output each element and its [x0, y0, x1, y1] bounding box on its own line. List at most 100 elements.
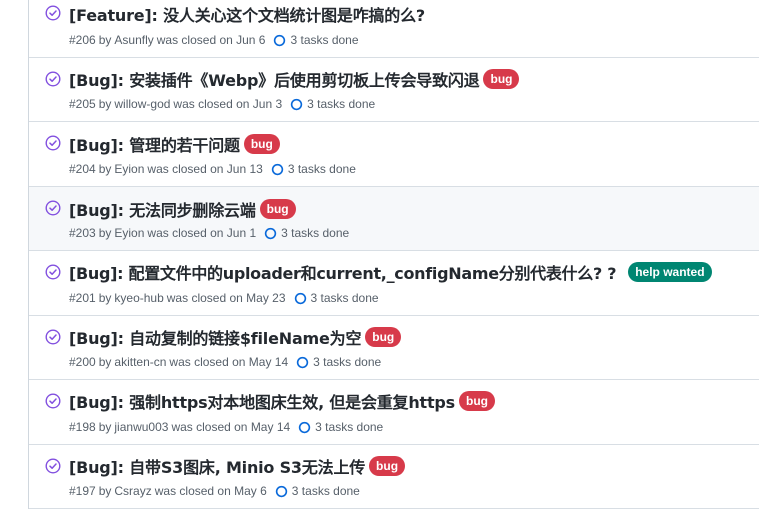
issue-closed-icon: [45, 200, 61, 216]
task-progress[interactable]: 3 tasks done: [275, 484, 360, 498]
issue-number: #198: [69, 420, 96, 434]
task-progress[interactable]: 3 tasks done: [264, 226, 349, 240]
issue-meta: #200 by akitten-cn was closed on May 14 …: [69, 353, 381, 371]
task-progress-ring-icon: [275, 485, 287, 497]
task-progress-ring-icon: [274, 34, 286, 46]
task-progress-text: 3 tasks done: [315, 420, 384, 434]
issue-by-text: by: [98, 33, 112, 47]
issue-number: #204: [69, 162, 96, 176]
issue-title-link[interactable]: [Bug]: 自带S3图床, Minio S3无法上传: [69, 454, 365, 478]
issue-author-link[interactable]: Eyion: [114, 226, 144, 240]
issue-number: #203: [69, 226, 96, 240]
task-progress-text: 3 tasks done: [307, 97, 376, 111]
issue-author-link[interactable]: jianwu003: [114, 420, 168, 434]
label-help-wanted[interactable]: help wanted: [628, 262, 712, 282]
issue-author-link[interactable]: Csrayz: [114, 484, 151, 498]
issue-title-line: [Bug]: 强制https对本地图床生效, 但是会重复https bug: [69, 389, 496, 413]
issue-row[interactable]: [Bug]: 强制https对本地图床生效, 但是会重复https bug #1…: [29, 380, 759, 445]
task-progress-text: 3 tasks done: [291, 484, 360, 498]
issue-meta: #197 by Csrayz was closed on May 6 3 tas…: [69, 482, 360, 500]
issue-title-link[interactable]: [Bug]: 强制https对本地图床生效, 但是会重复https: [69, 389, 455, 413]
task-progress-ring-icon: [290, 98, 303, 110]
issue-closed-date: was closed on Jun 6: [156, 33, 266, 47]
task-progress[interactable]: 3 tasks done: [296, 355, 381, 369]
task-progress-text: 3 tasks done: [310, 291, 379, 305]
issue-closed-icon: [45, 135, 61, 151]
issue-closed-date: was closed on Jun 3: [173, 97, 283, 111]
label-bug[interactable]: bug: [259, 199, 296, 219]
issue-author-link[interactable]: Eyion: [114, 162, 144, 176]
task-progress-ring-icon: [294, 292, 306, 304]
issue-by-text: by: [98, 97, 112, 111]
issue-closed-icon: [45, 329, 61, 345]
issue-number: #206: [69, 33, 96, 47]
issue-meta: #205 by willow-god was closed on Jun 3 3…: [69, 95, 375, 113]
issue-number: #197: [69, 484, 96, 498]
issue-title-link[interactable]: [Bug]: 无法同步删除云端: [69, 197, 256, 221]
issue-meta: #204 by Eyion was closed on Jun 13 3 tas…: [69, 160, 356, 178]
issue-closed-date: was closed on May 14: [169, 355, 289, 369]
task-progress[interactable]: 3 tasks done: [271, 162, 356, 176]
task-progress-text: 3 tasks done: [287, 162, 356, 176]
label-bug[interactable]: bug: [459, 391, 496, 411]
issue-row[interactable]: [Bug]: 配置文件中的uploader和current,_configNam…: [29, 251, 759, 316]
issue-closed-icon: [45, 264, 61, 280]
issue-number: #200: [69, 355, 96, 369]
issue-title-line: [Bug]: 自动复制的链接$fileName为空 bug: [69, 325, 402, 349]
label-bug[interactable]: bug: [243, 134, 280, 154]
issue-by-text: by: [98, 484, 112, 498]
issue-title-line: [Bug]: 配置文件中的uploader和current,_configNam…: [69, 261, 712, 283]
issue-by-text: by: [98, 291, 112, 305]
issue-title-line: [Feature]: 没人关心这个文档统计图是咋搞的么?: [69, 3, 425, 25]
issue-by-text: by: [98, 162, 112, 176]
issue-meta: #201 by kyeo-hub was closed on May 23 3 …: [69, 289, 379, 307]
issue-meta: #206 by Asunfly was closed on Jun 6 3 ta…: [69, 31, 359, 49]
task-progress[interactable]: 3 tasks done: [298, 420, 383, 434]
issue-closed-date: was closed on May 6: [154, 484, 267, 498]
task-progress[interactable]: 3 tasks done: [294, 291, 379, 305]
task-progress-ring-icon: [298, 421, 311, 433]
issue-row[interactable]: [Bug]: 无法同步删除云端 bug #203 by Eyion was cl…: [29, 187, 759, 251]
task-progress[interactable]: 3 tasks done: [290, 97, 375, 111]
task-progress-ring-icon: [296, 356, 309, 368]
issue-title-line: [Bug]: 无法同步删除云端 bug: [69, 198, 296, 220]
issue-number: #205: [69, 97, 96, 111]
issue-list: [Feature]: 没人关心这个文档统计图是咋搞的么? #206 by Asu…: [28, 0, 759, 509]
issue-row[interactable]: [Feature]: 没人关心这个文档统计图是咋搞的么? #206 by Asu…: [29, 0, 759, 58]
label-bug[interactable]: bug: [369, 456, 406, 476]
issue-author-link[interactable]: Asunfly: [114, 33, 153, 47]
task-progress-ring-icon: [271, 163, 284, 175]
issue-title-link[interactable]: [Feature]: 没人关心这个文档统计图是咋搞的么?: [69, 2, 425, 26]
issue-title-link[interactable]: [Bug]: 配置文件中的uploader和current,_configNam…: [69, 260, 616, 284]
issue-by-text: by: [98, 226, 112, 240]
task-progress[interactable]: 3 tasks done: [273, 33, 359, 47]
issue-author-link[interactable]: willow-god: [114, 97, 170, 111]
issue-row[interactable]: [Bug]: 安装插件《Webp》后使用剪切板上传会导致闪退 bug #205 …: [29, 58, 759, 122]
issue-row[interactable]: [Bug]: 管理的若干问题 bug #204 by Eyion was clo…: [29, 122, 759, 187]
issue-title-link[interactable]: [Bug]: 管理的若干问题: [69, 132, 240, 156]
issue-closed-date: was closed on Jun 1: [147, 226, 257, 240]
issue-by-text: by: [98, 355, 112, 369]
issue-meta: #203 by Eyion was closed on Jun 1 3 task…: [69, 224, 349, 242]
issue-meta: #198 by jianwu003 was closed on May 14 3…: [69, 418, 383, 436]
issue-closed-icon: [45, 458, 61, 474]
issue-closed-icon: [45, 5, 61, 21]
task-progress-text: 3 tasks done: [281, 226, 350, 240]
label-bug[interactable]: bug: [365, 327, 402, 347]
task-progress-text: 3 tasks done: [290, 33, 359, 47]
issue-closed-icon: [45, 393, 61, 409]
issue-closed-icon: [45, 71, 61, 87]
issue-closed-date: was closed on May 23: [166, 291, 286, 305]
issue-title-link[interactable]: [Bug]: 安装插件《Webp》后使用剪切板上传会导致闪退: [69, 67, 480, 91]
issue-row[interactable]: [Bug]: 自带S3图床, Minio S3无法上传 bug #197 by …: [29, 445, 759, 509]
issue-title-link[interactable]: [Bug]: 自动复制的链接$fileName为空: [69, 325, 361, 349]
issue-row[interactable]: [Bug]: 自动复制的链接$fileName为空 bug #200 by ak…: [29, 316, 759, 380]
issue-number: #201: [69, 291, 96, 305]
issue-title-line: [Bug]: 自带S3图床, Minio S3无法上传 bug: [69, 454, 406, 478]
issue-title-line: [Bug]: 安装插件《Webp》后使用剪切板上传会导致闪退 bug: [69, 67, 520, 91]
issue-author-link[interactable]: kyeo-hub: [114, 291, 163, 305]
issue-author-link[interactable]: akitten-cn: [114, 355, 166, 369]
task-progress-ring-icon: [264, 227, 277, 239]
issue-closed-date: was closed on Jun 13: [147, 162, 263, 176]
label-bug[interactable]: bug: [483, 69, 520, 89]
